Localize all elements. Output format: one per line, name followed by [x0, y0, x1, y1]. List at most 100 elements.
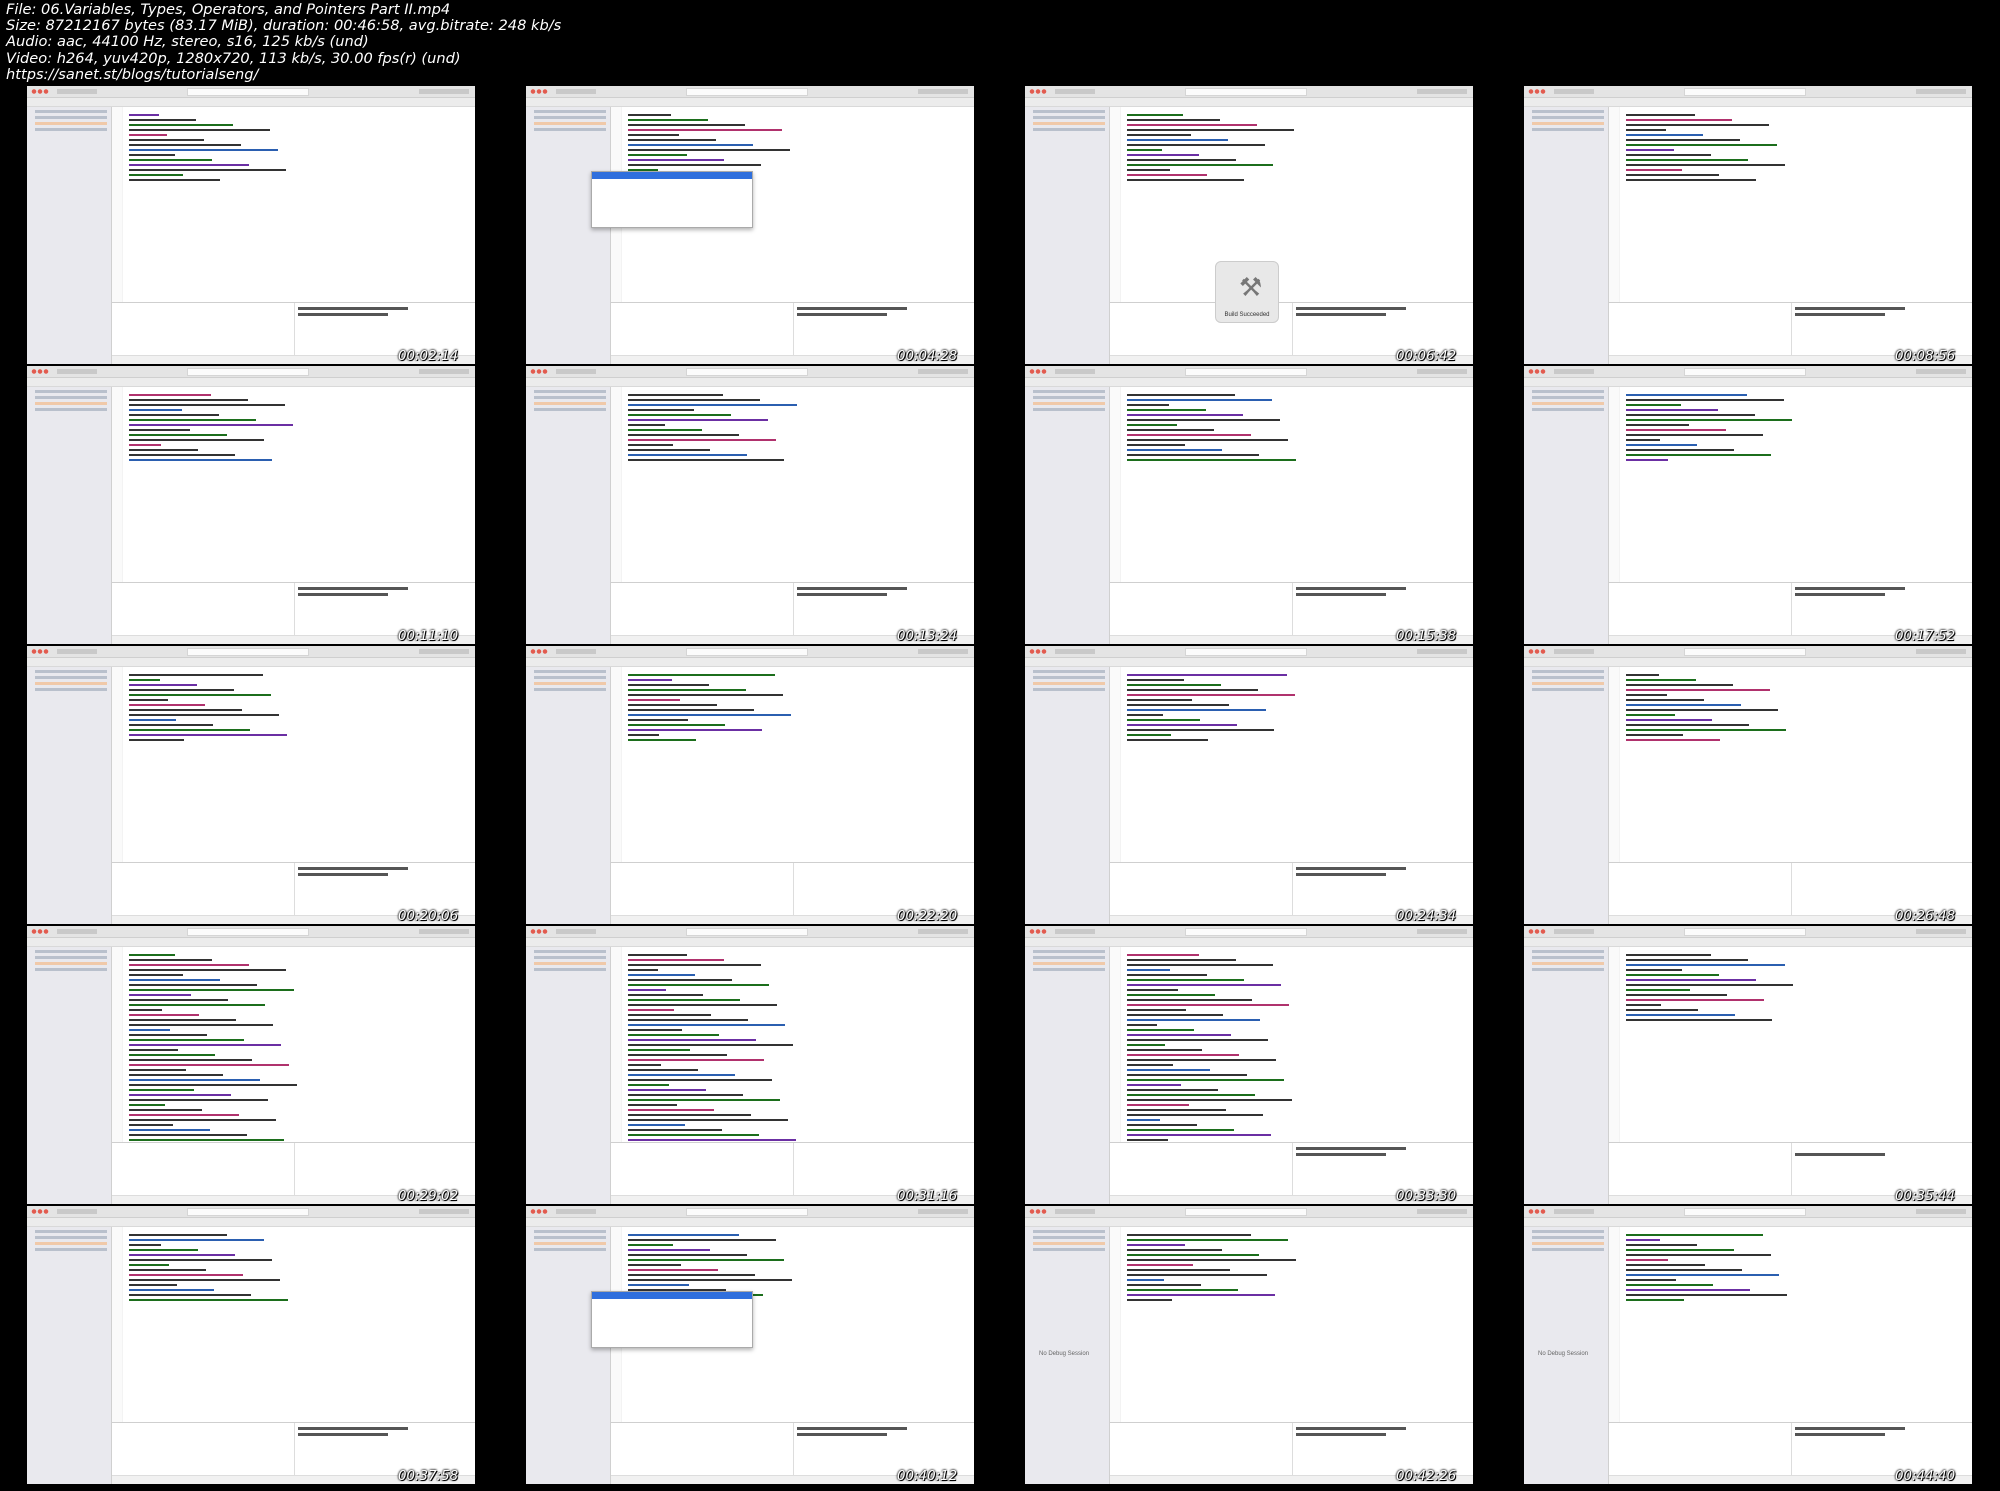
video-thumbnail[interactable]: No Debug Session [1025, 1206, 1473, 1484]
window-controls [530, 649, 548, 654]
video-thumbnail[interactable] [526, 366, 974, 644]
tab-bar [27, 658, 475, 667]
xcode-toolbar [1524, 646, 1972, 658]
timestamp-label: 00:13:24 [897, 629, 958, 644]
code-editor [622, 667, 974, 862]
line-gutter [611, 667, 621, 862]
xcode-toolbar [1524, 366, 1972, 378]
autocomplete-popup[interactable] [591, 1291, 753, 1348]
video-thumbnail[interactable] [1524, 646, 1972, 924]
code-editor [123, 387, 475, 582]
tab-bar [1524, 1218, 1972, 1227]
window-controls [530, 89, 548, 94]
window-controls [31, 89, 49, 94]
console-output [796, 307, 907, 310]
code-editor [1121, 667, 1473, 862]
video-thumbnail[interactable]: ⚒ Build Succeeded [1025, 86, 1473, 364]
tab-bar [1025, 98, 1473, 107]
line-gutter [1110, 1227, 1120, 1422]
tab-bar [526, 98, 974, 107]
build-succeeded-overlay: ⚒ Build Succeeded [1215, 261, 1279, 323]
video-thumbnail[interactable] [526, 86, 974, 364]
xcode-toolbar [1524, 1206, 1972, 1218]
tab-bar [1524, 378, 1972, 387]
xcode-toolbar [1025, 1206, 1473, 1218]
video-thumbnail[interactable] [526, 646, 974, 924]
video-thumbnail[interactable] [1025, 366, 1473, 644]
console-output [1794, 1433, 1885, 1436]
timestamp-label: 00:40:12 [897, 1469, 958, 1484]
video-thumbnail[interactable] [1524, 366, 1972, 644]
video-thumbnail[interactable] [27, 86, 475, 364]
xcode-toolbar [1025, 646, 1473, 658]
code-editor [123, 107, 475, 302]
window-controls [1029, 369, 1047, 374]
project-navigator [1524, 947, 1609, 1204]
file-info: File: 06.Variables, Types, Operators, an… [6, 1, 561, 83]
video-thumbnail[interactable] [27, 366, 475, 644]
tab-bar [526, 658, 974, 667]
video-thumbnail[interactable] [526, 926, 974, 1204]
no-debug-session-label: No Debug Session [1039, 1351, 1090, 1357]
tab-bar [1025, 1218, 1473, 1227]
console-output [1794, 307, 1905, 310]
tab-bar [1524, 938, 1972, 947]
autocomplete-popup[interactable] [591, 171, 753, 228]
line-gutter [112, 1227, 122, 1422]
code-editor [1620, 387, 1972, 582]
video-thumbnail[interactable]: No Debug Session [1524, 1206, 1972, 1484]
xcode-toolbar [1025, 926, 1473, 938]
window-controls [530, 929, 548, 934]
code-editor [1620, 667, 1972, 862]
tab-bar [1524, 658, 1972, 667]
xcode-toolbar [27, 1206, 475, 1218]
project-navigator [1025, 107, 1110, 364]
project-navigator [1524, 667, 1609, 924]
video-thumbnail[interactable] [1524, 926, 1972, 1204]
code-editor [622, 947, 974, 1151]
tab-bar [1524, 98, 1972, 107]
video-thumbnail[interactable] [27, 646, 475, 924]
xcode-toolbar [526, 86, 974, 98]
line-gutter [1110, 107, 1120, 302]
console-output [297, 593, 388, 596]
tab-bar [1025, 658, 1473, 667]
xcode-toolbar [526, 926, 974, 938]
console-output [1295, 587, 1406, 590]
hammer-icon: ⚒ [1239, 272, 1263, 302]
xcode-toolbar [27, 646, 475, 658]
xcode-toolbar [1025, 366, 1473, 378]
tab-bar [27, 378, 475, 387]
console-output [1295, 307, 1406, 310]
timestamp-label: 00:37:58 [398, 1469, 459, 1484]
video-thumbnail[interactable] [1025, 926, 1473, 1204]
console-output [297, 587, 408, 590]
xcode-toolbar [1524, 926, 1972, 938]
video-thumbnail[interactable] [1524, 86, 1972, 364]
project-navigator [1025, 947, 1110, 1204]
xcode-toolbar [526, 646, 974, 658]
console-output [796, 1427, 907, 1430]
video-thumbnail[interactable] [27, 926, 475, 1204]
xcode-toolbar [1524, 86, 1972, 98]
tab-bar [526, 378, 974, 387]
window-controls [1029, 649, 1047, 654]
window-controls [1029, 89, 1047, 94]
console-output [297, 1433, 388, 1436]
video-thumbnail[interactable] [27, 1206, 475, 1484]
window-controls [1528, 89, 1546, 94]
xcode-toolbar [27, 926, 475, 938]
console-output [1295, 873, 1386, 876]
tab-bar [27, 938, 475, 947]
code-editor [1620, 1227, 1972, 1422]
line-gutter [1110, 667, 1120, 862]
line-gutter [112, 947, 122, 1142]
video-thumbnail[interactable] [526, 1206, 974, 1484]
timestamp-label: 00:11:10 [398, 629, 459, 644]
project-navigator [1025, 667, 1110, 924]
console-output [1295, 1427, 1406, 1430]
video-thumbnail[interactable] [1025, 646, 1473, 924]
project-navigator [526, 667, 611, 924]
project-navigator [526, 1227, 611, 1484]
console-output [1295, 1147, 1406, 1150]
